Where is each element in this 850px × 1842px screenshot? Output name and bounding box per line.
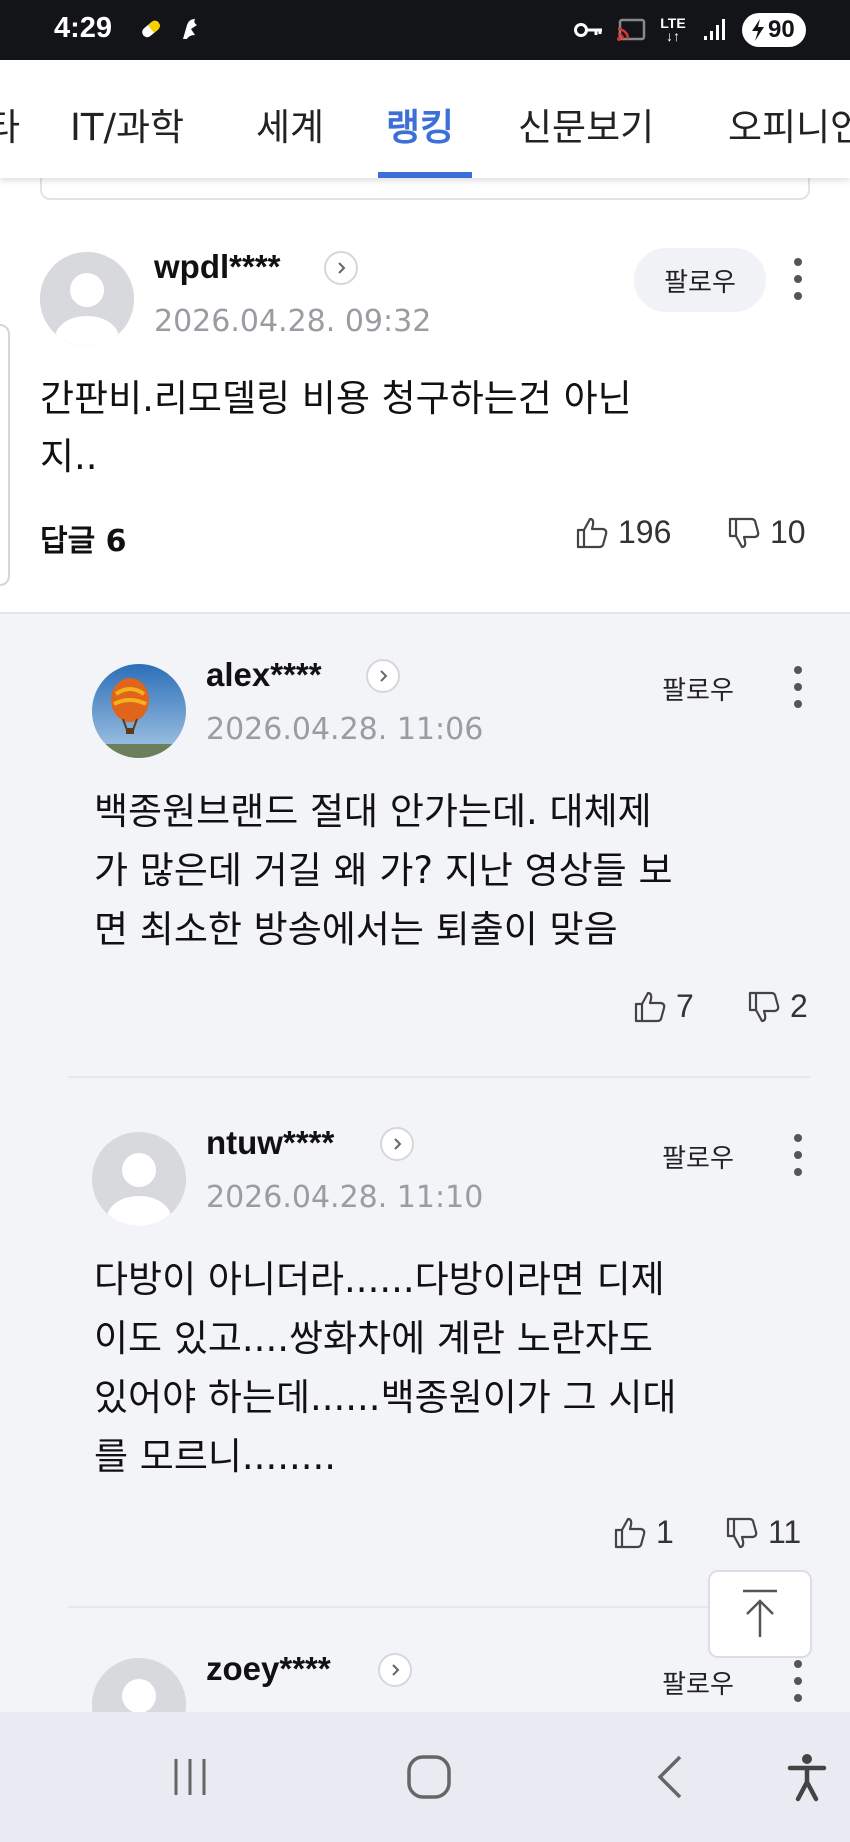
tab-it-science[interactable]: IT/과학 xyxy=(70,97,184,151)
reply-text: 다방이 아니더라......다방이라면 디제 이도 있고....쌍화차에 계란 … xyxy=(94,1258,677,1478)
reply-username[interactable]: zoey**** xyxy=(206,1650,331,1688)
thumbs-down-icon xyxy=(726,1517,758,1548)
like-button[interactable]: 196 xyxy=(574,514,671,551)
status-time: 4:29 xyxy=(54,12,113,44)
avatar[interactable] xyxy=(92,664,186,758)
battery-level: 90 xyxy=(768,16,795,43)
like-button[interactable]: 7 xyxy=(632,988,694,1025)
tab-newspaper[interactable]: 신문보기 xyxy=(518,97,654,151)
recent-apps-icon[interactable] xyxy=(150,1712,230,1842)
accessibility-icon[interactable] xyxy=(772,1712,842,1842)
follow-button[interactable]: 팔로우 xyxy=(632,656,764,720)
notification-icon xyxy=(136,14,166,44)
key-icon xyxy=(574,15,604,45)
tab-world[interactable]: 세계 xyxy=(256,97,324,151)
like-count: 1 xyxy=(656,1514,674,1550)
signal-icon xyxy=(700,15,730,45)
comment-username[interactable]: wpdl**** xyxy=(154,248,281,286)
active-tab-indicator xyxy=(378,172,472,178)
chevron-right-icon[interactable] xyxy=(366,659,400,693)
reply-date: 2026.04.28. 11:10 xyxy=(206,1180,484,1215)
follow-button[interactable]: 팔로우 xyxy=(632,1124,764,1188)
chevron-right-icon[interactable] xyxy=(380,1127,414,1161)
thumbs-up-icon xyxy=(576,517,608,548)
avatar[interactable] xyxy=(40,252,134,346)
dislike-button[interactable]: 10 xyxy=(726,514,806,551)
thumbs-up-icon xyxy=(634,991,666,1022)
dislike-button[interactable]: 2 xyxy=(746,988,808,1025)
tab-ranking[interactable]: 랭킹 xyxy=(386,97,454,151)
more-options-icon[interactable] xyxy=(788,1130,808,1180)
bird-icon xyxy=(176,14,206,44)
tab-partial-left[interactable]: 타 xyxy=(0,97,20,151)
dislike-count: 10 xyxy=(770,514,806,550)
reply-list: alex**** 2026.04.28. 11:06 팔로우 백종원브랜드 절대… xyxy=(0,612,850,1752)
divider xyxy=(68,1076,810,1078)
like-button[interactable]: 1 xyxy=(612,1514,674,1551)
scroll-to-top-button[interactable] xyxy=(708,1570,812,1658)
avatar[interactable] xyxy=(92,1132,186,1226)
cast-icon xyxy=(616,15,646,45)
more-options-icon[interactable] xyxy=(788,254,808,304)
arrow-up-icon xyxy=(743,1589,777,1637)
dislike-count: 2 xyxy=(790,988,808,1024)
chevron-right-icon[interactable] xyxy=(378,1653,412,1687)
like-count: 196 xyxy=(618,514,672,550)
lte-icon: LTE ↓↑ xyxy=(660,15,686,44)
tab-opinion[interactable]: 오피니언 xyxy=(728,97,850,151)
thumbs-down-icon xyxy=(748,991,780,1022)
reply-text: 백종원브랜드 절대 안가는데. 대체제 가 많은데 거길 왜 가? 지난 영상들… xyxy=(94,790,673,951)
status-bar: 4:29 LTE ↓↑ 90 xyxy=(0,0,850,60)
divider xyxy=(68,1606,810,1608)
comment-text: 간판비.리모델링 비용 청구하는건 아닌 지.. xyxy=(40,377,632,478)
back-icon[interactable] xyxy=(630,1712,710,1842)
chevron-right-icon[interactable] xyxy=(324,251,358,285)
system-navigation-bar xyxy=(0,1712,850,1842)
more-options-icon[interactable] xyxy=(788,1656,808,1706)
reply-date: 2026.04.28. 11:06 xyxy=(206,712,484,747)
battery-icon: 90 xyxy=(742,13,806,47)
follow-button[interactable]: 팔로우 xyxy=(634,248,766,312)
reply-count-button[interactable]: 답글 6 xyxy=(40,516,127,560)
reply-username[interactable]: ntuw**** xyxy=(206,1124,334,1162)
comment-card: wpdl**** 2026.04.28. 09:32 팔로우 간판비.리모델링 … xyxy=(0,168,850,612)
follow-button[interactable]: 팔로우 xyxy=(632,1650,764,1714)
dislike-button[interactable]: 11 xyxy=(724,1514,801,1551)
reply-username[interactable]: alex**** xyxy=(206,656,322,694)
dislike-count: 11 xyxy=(768,1514,802,1550)
card-side-edge xyxy=(0,324,10,586)
home-icon[interactable] xyxy=(384,1712,474,1842)
comment-date: 2026.04.28. 09:32 xyxy=(154,304,432,339)
thumbs-down-icon xyxy=(728,517,760,548)
category-tab-bar: 타 IT/과학 세계 랭킹 신문보기 오피니언 xyxy=(0,60,850,178)
more-options-icon[interactable] xyxy=(788,662,808,712)
thumbs-up-icon xyxy=(614,1517,646,1548)
like-count: 7 xyxy=(676,988,694,1024)
